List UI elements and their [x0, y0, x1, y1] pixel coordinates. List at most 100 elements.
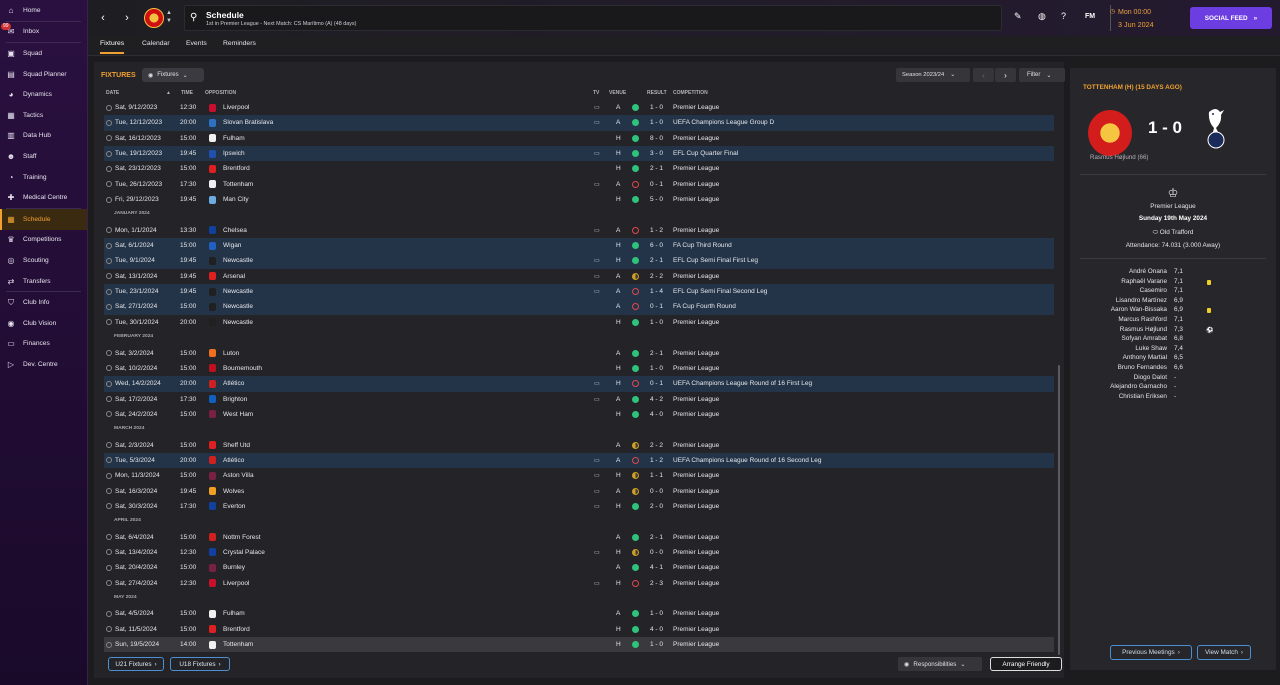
select-checkbox[interactable]	[106, 119, 112, 126]
tab-events[interactable]: Events	[186, 40, 207, 52]
player-row[interactable]: André Onana 7,1	[1070, 267, 1276, 277]
fixture-row[interactable]: Sat, 6/4/2024 15:00 Nottm Forest A 2 - 1 Prem…	[104, 530, 1054, 545]
u21-fixtures-button[interactable]: U21 Fixtures ›	[108, 657, 164, 671]
sidebar-item-inbox[interactable]: ✉ 99 Inbox	[0, 22, 87, 43]
select-checkbox[interactable]	[106, 288, 112, 295]
fixture-row[interactable]: Sat, 4/5/2024 15:00 Fulham A 1 - 0 Premier Le…	[104, 606, 1054, 621]
fixture-row[interactable]: Tue, 19/12/2023 19:45 Ipswich ▭ H 3 - 0 EFL Cu…	[104, 146, 1054, 162]
title-box[interactable]: ⚲ Schedule 1st in Premier League - Next …	[184, 5, 1002, 31]
fixture-competition[interactable]: Premier League	[673, 365, 719, 372]
sidebar-item-medical-centre[interactable]: ✚ Medical Centre	[0, 187, 87, 208]
select-checkbox[interactable]	[106, 472, 112, 479]
fixture-competition[interactable]: Premier League	[673, 165, 719, 172]
social-feed-button[interactable]: SOCIAL FEED »	[1190, 7, 1272, 29]
fixture-opposition[interactable]: Liverpool	[223, 104, 249, 111]
player-row[interactable]: Diogo Dalot -	[1070, 373, 1276, 383]
select-checkbox[interactable]	[106, 350, 112, 356]
club-switch-icon[interactable]: ▲ ▼	[166, 9, 172, 25]
fixture-row[interactable]: Sat, 16/12/2023 15:00 Fulham H 8 - 0 Premier …	[104, 131, 1054, 146]
view-dropdown[interactable]: ◉ Fixtures ⌄	[142, 68, 204, 82]
fixture-opposition[interactable]: Atlético	[223, 380, 244, 387]
fixture-competition[interactable]: Premier League	[673, 564, 719, 571]
fixture-competition[interactable]: Premier League	[673, 319, 719, 326]
fixture-opposition[interactable]: Aston Villa	[223, 472, 254, 479]
view-match-button[interactable]: View Match ›	[1197, 645, 1251, 660]
fm-menu-icon[interactable]: FM	[1085, 13, 1095, 20]
select-checkbox[interactable]	[106, 626, 112, 633]
select-checkbox[interactable]	[106, 227, 112, 234]
select-checkbox[interactable]	[106, 641, 112, 648]
fixture-competition[interactable]: EFL Cup Semi Final First Leg	[673, 257, 758, 264]
fixture-competition[interactable]: Premier League	[673, 549, 719, 556]
fixture-row[interactable]: Tue, 9/1/2024 19:45 Newcastle ▭ H 2 - 1 EFL Cu…	[104, 253, 1054, 269]
fixture-competition[interactable]: Premier League	[673, 626, 719, 633]
fixture-competition[interactable]: Premier League	[673, 488, 719, 495]
fixture-row[interactable]: Tue, 30/1/2024 20:00 Newcastle H 1 - 0 Premie…	[104, 315, 1054, 330]
fixture-competition[interactable]: UEFA Champions League Round of 16 First …	[673, 380, 812, 387]
fixture-row[interactable]: Sat, 11/5/2024 15:00 Brentford H 4 - 0 Premie…	[104, 622, 1054, 637]
tab-reminders[interactable]: Reminders	[223, 40, 256, 52]
player-row[interactable]: Luke Shaw 7,4	[1070, 344, 1276, 354]
scrollbar[interactable]	[1058, 365, 1060, 655]
fixture-row[interactable]: Wed, 14/2/2024 20:00 Atlético ▭ H 0 - 1 UEFA C…	[104, 376, 1054, 392]
fixture-opposition[interactable]: Tottenham	[223, 641, 253, 648]
search-icon[interactable]: ⚲	[190, 12, 197, 23]
fixture-opposition[interactable]: Bournemouth	[223, 365, 262, 372]
fixture-row[interactable]: Sun, 19/5/2024 14:00 Tottenham H 1 - 0 Premie…	[104, 637, 1054, 653]
select-checkbox[interactable]	[106, 442, 112, 449]
sidebar-item-dynamics[interactable]: ◕ Dynamics	[0, 84, 87, 105]
fixture-row[interactable]: Tue, 23/1/2024 19:45 Newcastle ▭ A 1 - 4 EFL C…	[104, 284, 1054, 300]
player-row[interactable]: Rasmus Højlund 7,3 ⚽	[1070, 325, 1276, 335]
sidebar-item-transfers[interactable]: ⇄ Transfers	[0, 271, 87, 292]
sidebar-item-club-vision[interactable]: ◉ Club Vision	[0, 313, 87, 334]
fixture-opposition[interactable]: Everton	[223, 503, 245, 510]
fixture-competition[interactable]: Premier League	[673, 610, 719, 617]
fixture-opposition[interactable]: Brentford	[223, 165, 250, 172]
fixture-opposition[interactable]: Arsenal	[223, 273, 245, 280]
sidebar-item-finances[interactable]: ▭ Finances	[0, 334, 87, 355]
select-checkbox[interactable]	[106, 396, 112, 403]
next-season-button[interactable]: ›	[995, 68, 1016, 82]
fixture-competition[interactable]: Premier League	[673, 181, 719, 188]
sidebar-item-squad-planner[interactable]: ▤ Squad Planner	[0, 64, 87, 85]
player-row[interactable]: Raphaël Varane 7,1	[1070, 277, 1276, 287]
fixture-row[interactable]: Sat, 13/4/2024 12:30 Crystal Palace ▭ H 0 - 0…	[104, 545, 1054, 560]
fixture-competition[interactable]: Premier League	[673, 641, 719, 648]
club-crest-icon[interactable]	[144, 8, 164, 28]
player-row[interactable]: Aaron Wan-Bissaka 6,9	[1070, 305, 1276, 315]
fixture-competition[interactable]: UEFA Champions League Round of 16 Second…	[673, 457, 822, 464]
select-checkbox[interactable]	[106, 135, 112, 142]
col-time[interactable]: TIME	[181, 90, 193, 96]
col-tv[interactable]: TV	[593, 90, 599, 96]
responsibilities-button[interactable]: ◉ Responsibilities ⌄	[898, 657, 982, 671]
fixture-row[interactable]: Sat, 6/1/2024 15:00 Wigan H 6 - 0 FA Cup Thir…	[104, 238, 1054, 254]
select-checkbox[interactable]	[106, 411, 112, 418]
player-row[interactable]: Lisandro Martínez 6,9	[1070, 296, 1276, 306]
select-checkbox[interactable]	[106, 181, 112, 188]
select-checkbox[interactable]	[106, 380, 112, 387]
fixture-row[interactable]: Sat, 30/3/2024 17:30 Everton ▭ H 2 - 0 Premier…	[104, 499, 1054, 514]
fixture-row[interactable]: Sat, 27/4/2024 12:30 Liverpool ▭ H 2 - 3 Premi…	[104, 576, 1054, 591]
fixture-row[interactable]: Mon, 1/1/2024 13:30 Chelsea ▭ A 1 - 2 Premier …	[104, 223, 1054, 238]
player-row[interactable]: Casemiro 7,1	[1070, 286, 1276, 296]
col-date[interactable]: DATE	[106, 90, 119, 96]
fixture-opposition[interactable]: Tottenham	[223, 181, 253, 188]
player-row[interactable]: Anthony Martial 6,5	[1070, 353, 1276, 363]
fixture-opposition[interactable]: Liverpool	[223, 580, 249, 587]
fixture-competition[interactable]: UEFA Champions League Group D	[673, 119, 774, 126]
fixture-competition[interactable]: Premier League	[673, 472, 719, 479]
player-row[interactable]: Marcus Rashford 7,1	[1070, 315, 1276, 325]
fixture-opposition[interactable]: Chelsea	[223, 227, 247, 234]
fixture-competition[interactable]: Premier League	[673, 273, 719, 280]
select-checkbox[interactable]	[106, 165, 112, 172]
fixture-competition[interactable]: Premier League	[673, 227, 719, 234]
filter-button[interactable]: Filter ⌄	[1019, 68, 1065, 82]
fixture-opposition[interactable]: Newcastle	[223, 257, 253, 264]
fixture-row[interactable]: Tue, 26/12/2023 17:30 Tottenham ▭ A 0 - 1 Prem…	[104, 177, 1054, 192]
select-checkbox[interactable]	[106, 319, 112, 326]
sidebar-item-training[interactable]: ◔ Training	[0, 167, 87, 188]
player-row[interactable]: Alejandro Garnacho -	[1070, 382, 1276, 392]
u18-fixtures-button[interactable]: U18 Fixtures ›	[170, 657, 230, 671]
select-checkbox[interactable]	[106, 564, 112, 571]
fixture-opposition[interactable]: Ipswich	[223, 150, 245, 157]
